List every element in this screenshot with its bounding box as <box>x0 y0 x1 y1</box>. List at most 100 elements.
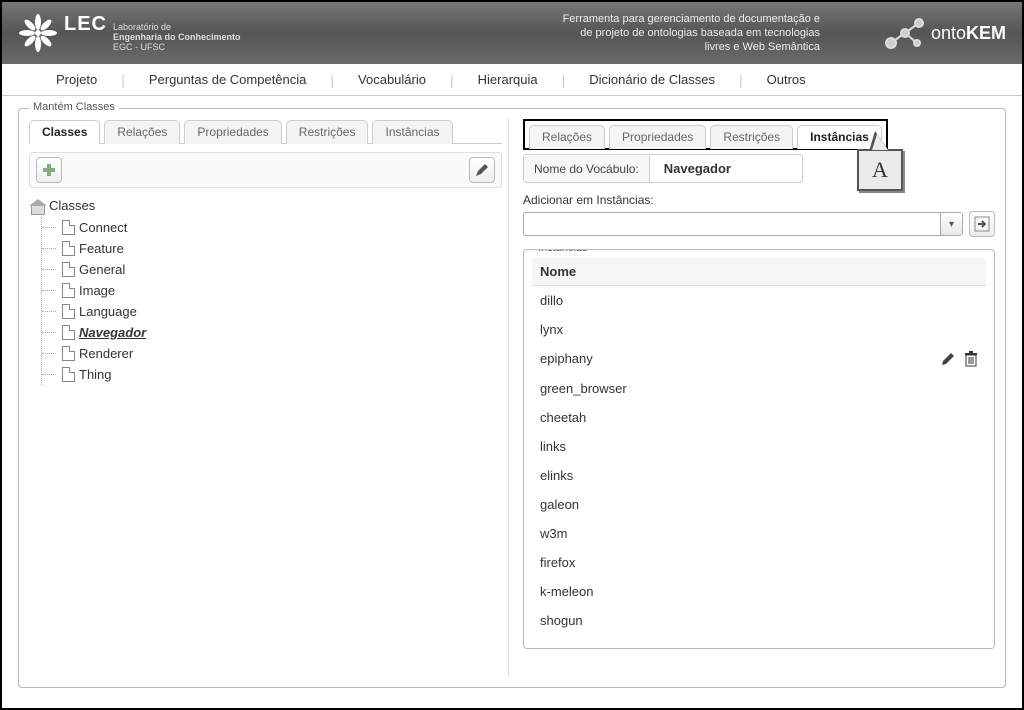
tree-root[interactable]: Classes <box>29 198 502 213</box>
tab-classes[interactable]: Classes <box>29 120 100 144</box>
home-icon <box>29 199 45 213</box>
main-menu: Projeto | Perguntas de Competência | Voc… <box>2 64 1022 96</box>
tree-item[interactable]: Feature <box>42 238 502 259</box>
tree-item[interactable]: Thing <box>42 364 502 385</box>
ontokem-logo-icon <box>883 15 925 51</box>
left-toolbar <box>29 152 502 188</box>
brand-prefix: onto <box>931 23 966 43</box>
brand-suffix: KEM <box>966 23 1006 43</box>
left-panel: Classes Relações Propriedades Restrições… <box>29 119 509 677</box>
tagline-line: de projeto de ontologias baseada em tecn… <box>380 26 820 40</box>
table-row[interactable]: links <box>532 432 986 461</box>
instance-name: elinks <box>540 468 573 483</box>
right-tabs-highlight: Relações Propriedades Restrições Instânc… <box>523 119 888 150</box>
edit-row-button[interactable] <box>940 351 956 367</box>
table-row[interactable]: dillo <box>532 286 986 316</box>
tree-item[interactable]: Image <box>42 280 502 301</box>
instances-fieldset: Instâncias Nome dillolynxepiphanygreen_b… <box>523 249 995 649</box>
table-row[interactable]: green_browser <box>532 374 986 403</box>
edit-button[interactable] <box>469 157 495 183</box>
menu-dicionario[interactable]: Dicionário de Classes <box>565 72 739 87</box>
right-tabs: Relações Propriedades Restrições Instânc… <box>529 124 882 148</box>
instances-table: Nome dillolynxepiphanygreen_browsercheet… <box>532 258 986 635</box>
tab-restricoes[interactable]: Restrições <box>286 120 369 144</box>
add-instance-dropdown[interactable]: ▾ <box>523 212 963 236</box>
logo-right: ontoKEM <box>883 15 1006 51</box>
tree-item-label: Connect <box>79 220 127 235</box>
menu-perguntas[interactable]: Perguntas de Competência <box>125 72 331 87</box>
tree-item-label: Thing <box>79 367 112 382</box>
tree-item-label: Feature <box>79 241 124 256</box>
tree-item-label: Language <box>79 304 137 319</box>
file-icon <box>62 367 75 382</box>
instance-name: epiphany <box>540 351 593 366</box>
pencil-icon <box>474 162 490 178</box>
instance-name: galeon <box>540 497 579 512</box>
instance-name: w3m <box>540 526 567 541</box>
add-button[interactable] <box>36 157 62 183</box>
submit-add-button[interactable] <box>969 211 995 237</box>
annotation-label: A <box>857 149 903 191</box>
instance-name: firefox <box>540 555 575 570</box>
menu-vocabulario[interactable]: Vocabulário <box>334 72 450 87</box>
table-row[interactable]: elinks <box>532 461 986 490</box>
org-line3: EGC - UFSC <box>113 43 241 53</box>
file-icon <box>62 262 75 277</box>
table-row[interactable]: epiphany <box>532 344 986 374</box>
rtab-propriedades[interactable]: Propriedades <box>609 125 706 149</box>
right-panel: Relações Propriedades Restrições Instânc… <box>517 119 995 677</box>
rtab-relacoes[interactable]: Relações <box>529 125 605 149</box>
file-icon <box>62 304 75 319</box>
class-tree: Classes Connect Feature General Image Langua… <box>29 198 502 385</box>
menu-hierarquia[interactable]: Hierarquia <box>454 72 562 87</box>
trash-icon <box>964 351 978 367</box>
table-row[interactable]: shogun <box>532 606 986 635</box>
tree-item[interactable]: General <box>42 259 502 280</box>
lec-wordmark: LEC <box>64 13 107 35</box>
table-row[interactable]: lynx <box>532 315 986 344</box>
vocab-value: Navegador <box>650 155 745 182</box>
file-icon <box>62 220 75 235</box>
row-actions <box>940 351 978 367</box>
add-instances-label: Adicionar em Instâncias: <box>523 193 995 207</box>
tree-item[interactable]: Renderer <box>42 343 502 364</box>
instance-name: cheetah <box>540 410 586 425</box>
tab-relacoes[interactable]: Relações <box>104 120 180 144</box>
table-row[interactable]: galeon <box>532 490 986 519</box>
rtab-restricoes[interactable]: Restrições <box>710 125 793 149</box>
instance-name: k-meleon <box>540 584 593 599</box>
instance-name: dillo <box>540 293 563 308</box>
tagline-line: livres e Web Semântica <box>380 40 820 54</box>
instance-name: green_browser <box>540 381 627 396</box>
app-header: LEC Laboratório de Engenharia do Conheci… <box>2 2 1022 64</box>
tree-item-label: Navegador <box>79 325 146 340</box>
arrow-right-box-icon <box>974 216 990 232</box>
delete-row-button[interactable] <box>964 351 978 367</box>
tree-item[interactable]: Language <box>42 301 502 322</box>
annotation-callout: A <box>857 149 903 191</box>
file-icon <box>62 346 75 361</box>
plus-icon <box>41 162 57 178</box>
table-row[interactable]: k-meleon <box>532 577 986 606</box>
tree-item-label: Image <box>79 283 115 298</box>
table-row[interactable]: firefox <box>532 548 986 577</box>
tree-item[interactable]: Navegador <box>42 322 502 343</box>
menu-outros[interactable]: Outros <box>743 72 830 87</box>
tab-propriedades[interactable]: Propriedades <box>184 120 281 144</box>
lec-logo-icon <box>18 13 58 53</box>
file-icon <box>62 325 75 340</box>
menu-projeto[interactable]: Projeto <box>32 72 121 87</box>
chevron-down-icon[interactable]: ▾ <box>940 213 962 235</box>
file-icon <box>62 283 75 298</box>
table-row[interactable]: w3m <box>532 519 986 548</box>
instance-name: shogun <box>540 613 583 628</box>
instances-legend: Instâncias <box>534 249 592 254</box>
tab-instancias[interactable]: Instâncias <box>372 120 452 144</box>
tree-item-label: General <box>79 262 125 277</box>
tree-item[interactable]: Connect <box>42 217 502 238</box>
tree-item-label: Renderer <box>79 346 133 361</box>
brand-name: ontoKEM <box>931 23 1006 44</box>
table-row[interactable]: cheetah <box>532 403 986 432</box>
file-icon <box>62 241 75 256</box>
panel-legend: Mantém Classes <box>29 101 119 113</box>
